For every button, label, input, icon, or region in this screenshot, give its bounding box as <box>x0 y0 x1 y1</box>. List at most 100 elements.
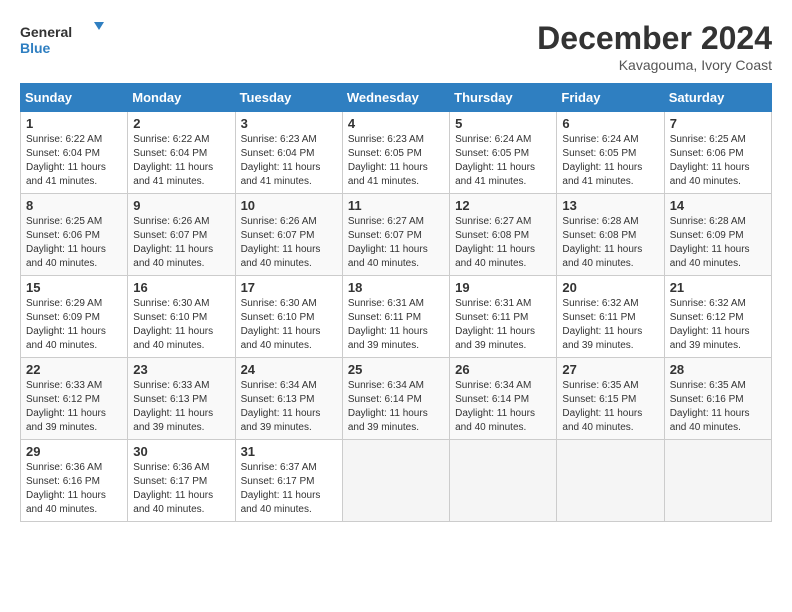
day-number: 6 <box>562 116 658 131</box>
day-number: 8 <box>26 198 122 213</box>
day-cell: 28 Sunrise: 6:35 AMSunset: 6:16 PMDaylig… <box>664 358 771 440</box>
header-saturday: Saturday <box>664 84 771 112</box>
day-number: 27 <box>562 362 658 377</box>
day-cell <box>557 440 664 522</box>
day-number: 14 <box>670 198 766 213</box>
day-cell: 15 Sunrise: 6:29 AMSunset: 6:09 PMDaylig… <box>21 276 128 358</box>
day-info: Sunrise: 6:34 AMSunset: 6:14 PMDaylight:… <box>348 379 444 435</box>
day-info: Sunrise: 6:31 AMSunset: 6:11 PMDaylight:… <box>455 297 551 353</box>
day-cell: 9 Sunrise: 6:26 AMSunset: 6:07 PMDayligh… <box>128 194 235 276</box>
day-number: 25 <box>348 362 444 377</box>
day-info: Sunrise: 6:34 AMSunset: 6:13 PMDaylight:… <box>241 379 337 435</box>
day-cell: 20 Sunrise: 6:32 AMSunset: 6:11 PMDaylig… <box>557 276 664 358</box>
day-number: 17 <box>241 280 337 295</box>
header-sunday: Sunday <box>21 84 128 112</box>
day-number: 22 <box>26 362 122 377</box>
day-info: Sunrise: 6:35 AMSunset: 6:15 PMDaylight:… <box>562 379 658 435</box>
day-info: Sunrise: 6:27 AMSunset: 6:07 PMDaylight:… <box>348 215 444 271</box>
day-number: 26 <box>455 362 551 377</box>
day-cell: 24 Sunrise: 6:34 AMSunset: 6:13 PMDaylig… <box>235 358 342 440</box>
day-number: 10 <box>241 198 337 213</box>
day-cell: 4 Sunrise: 6:23 AMSunset: 6:05 PMDayligh… <box>342 112 449 194</box>
day-number: 4 <box>348 116 444 131</box>
week-row-1: 1 Sunrise: 6:22 AMSunset: 6:04 PMDayligh… <box>21 112 772 194</box>
day-cell: 26 Sunrise: 6:34 AMSunset: 6:14 PMDaylig… <box>450 358 557 440</box>
day-number: 3 <box>241 116 337 131</box>
day-info: Sunrise: 6:26 AMSunset: 6:07 PMDaylight:… <box>133 215 229 271</box>
day-cell: 31 Sunrise: 6:37 AMSunset: 6:17 PMDaylig… <box>235 440 342 522</box>
day-info: Sunrise: 6:22 AMSunset: 6:04 PMDaylight:… <box>26 133 122 189</box>
day-cell: 11 Sunrise: 6:27 AMSunset: 6:07 PMDaylig… <box>342 194 449 276</box>
day-cell <box>664 440 771 522</box>
day-info: Sunrise: 6:36 AMSunset: 6:16 PMDaylight:… <box>26 461 122 517</box>
day-info: Sunrise: 6:32 AMSunset: 6:11 PMDaylight:… <box>562 297 658 353</box>
day-cell: 29 Sunrise: 6:36 AMSunset: 6:16 PMDaylig… <box>21 440 128 522</box>
day-cell: 12 Sunrise: 6:27 AMSunset: 6:08 PMDaylig… <box>450 194 557 276</box>
day-info: Sunrise: 6:31 AMSunset: 6:11 PMDaylight:… <box>348 297 444 353</box>
day-cell: 10 Sunrise: 6:26 AMSunset: 6:07 PMDaylig… <box>235 194 342 276</box>
day-cell: 5 Sunrise: 6:24 AMSunset: 6:05 PMDayligh… <box>450 112 557 194</box>
day-number: 24 <box>241 362 337 377</box>
title-section: December 2024 Kavagouma, Ivory Coast <box>537 20 772 73</box>
day-number: 12 <box>455 198 551 213</box>
day-cell: 7 Sunrise: 6:25 AMSunset: 6:06 PMDayligh… <box>664 112 771 194</box>
week-row-2: 8 Sunrise: 6:25 AMSunset: 6:06 PMDayligh… <box>21 194 772 276</box>
day-cell <box>450 440 557 522</box>
day-info: Sunrise: 6:30 AMSunset: 6:10 PMDaylight:… <box>241 297 337 353</box>
day-cell: 19 Sunrise: 6:31 AMSunset: 6:11 PMDaylig… <box>450 276 557 358</box>
month-title: December 2024 <box>537 20 772 57</box>
day-number: 21 <box>670 280 766 295</box>
day-info: Sunrise: 6:22 AMSunset: 6:04 PMDaylight:… <box>133 133 229 189</box>
day-cell: 18 Sunrise: 6:31 AMSunset: 6:11 PMDaylig… <box>342 276 449 358</box>
day-cell: 25 Sunrise: 6:34 AMSunset: 6:14 PMDaylig… <box>342 358 449 440</box>
day-info: Sunrise: 6:33 AMSunset: 6:13 PMDaylight:… <box>133 379 229 435</box>
week-row-3: 15 Sunrise: 6:29 AMSunset: 6:09 PMDaylig… <box>21 276 772 358</box>
day-info: Sunrise: 6:35 AMSunset: 6:16 PMDaylight:… <box>670 379 766 435</box>
day-cell: 30 Sunrise: 6:36 AMSunset: 6:17 PMDaylig… <box>128 440 235 522</box>
day-cell: 6 Sunrise: 6:24 AMSunset: 6:05 PMDayligh… <box>557 112 664 194</box>
day-info: Sunrise: 6:36 AMSunset: 6:17 PMDaylight:… <box>133 461 229 517</box>
day-number: 9 <box>133 198 229 213</box>
day-info: Sunrise: 6:24 AMSunset: 6:05 PMDaylight:… <box>455 133 551 189</box>
location: Kavagouma, Ivory Coast <box>537 57 772 73</box>
page-header: General Blue December 2024 Kavagouma, Iv… <box>20 20 772 73</box>
logo-svg: General Blue <box>20 20 110 60</box>
header-thursday: Thursday <box>450 84 557 112</box>
header-friday: Friday <box>557 84 664 112</box>
day-info: Sunrise: 6:25 AMSunset: 6:06 PMDaylight:… <box>670 133 766 189</box>
day-cell: 22 Sunrise: 6:33 AMSunset: 6:12 PMDaylig… <box>21 358 128 440</box>
day-info: Sunrise: 6:27 AMSunset: 6:08 PMDaylight:… <box>455 215 551 271</box>
day-number: 5 <box>455 116 551 131</box>
day-info: Sunrise: 6:24 AMSunset: 6:05 PMDaylight:… <box>562 133 658 189</box>
day-cell <box>342 440 449 522</box>
day-number: 28 <box>670 362 766 377</box>
day-cell: 8 Sunrise: 6:25 AMSunset: 6:06 PMDayligh… <box>21 194 128 276</box>
day-cell: 1 Sunrise: 6:22 AMSunset: 6:04 PMDayligh… <box>21 112 128 194</box>
day-cell: 2 Sunrise: 6:22 AMSunset: 6:04 PMDayligh… <box>128 112 235 194</box>
day-number: 30 <box>133 444 229 459</box>
day-info: Sunrise: 6:30 AMSunset: 6:10 PMDaylight:… <box>133 297 229 353</box>
header-monday: Monday <box>128 84 235 112</box>
calendar-table: SundayMondayTuesdayWednesdayThursdayFrid… <box>20 83 772 522</box>
day-cell: 17 Sunrise: 6:30 AMSunset: 6:10 PMDaylig… <box>235 276 342 358</box>
svg-text:Blue: Blue <box>20 40 51 56</box>
day-info: Sunrise: 6:29 AMSunset: 6:09 PMDaylight:… <box>26 297 122 353</box>
day-cell: 27 Sunrise: 6:35 AMSunset: 6:15 PMDaylig… <box>557 358 664 440</box>
header-row: SundayMondayTuesdayWednesdayThursdayFrid… <box>21 84 772 112</box>
day-cell: 21 Sunrise: 6:32 AMSunset: 6:12 PMDaylig… <box>664 276 771 358</box>
day-number: 2 <box>133 116 229 131</box>
day-number: 18 <box>348 280 444 295</box>
day-cell: 3 Sunrise: 6:23 AMSunset: 6:04 PMDayligh… <box>235 112 342 194</box>
day-number: 29 <box>26 444 122 459</box>
svg-text:General: General <box>20 24 72 40</box>
day-number: 31 <box>241 444 337 459</box>
day-cell: 23 Sunrise: 6:33 AMSunset: 6:13 PMDaylig… <box>128 358 235 440</box>
day-cell: 16 Sunrise: 6:30 AMSunset: 6:10 PMDaylig… <box>128 276 235 358</box>
logo: General Blue <box>20 20 110 60</box>
day-number: 1 <box>26 116 122 131</box>
day-number: 11 <box>348 198 444 213</box>
day-info: Sunrise: 6:32 AMSunset: 6:12 PMDaylight:… <box>670 297 766 353</box>
day-info: Sunrise: 6:25 AMSunset: 6:06 PMDaylight:… <box>26 215 122 271</box>
day-number: 23 <box>133 362 229 377</box>
day-info: Sunrise: 6:23 AMSunset: 6:04 PMDaylight:… <box>241 133 337 189</box>
